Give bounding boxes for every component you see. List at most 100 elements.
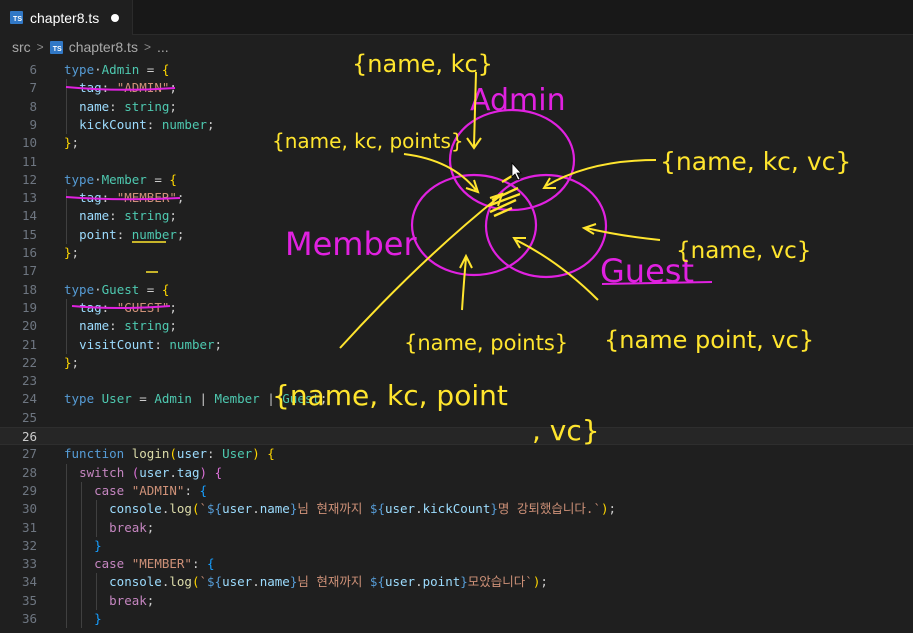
line-number: 12 [21, 171, 37, 187]
code-line[interactable]: 30 console.log(`${user.name}님 현재까지 ${use… [0, 500, 913, 518]
code-token: { [267, 446, 275, 462]
line-number: 28 [21, 464, 37, 480]
line-number: 15 [21, 226, 37, 242]
breadcrumb-more[interactable]: ... [157, 39, 169, 55]
code-line[interactable]: 33 case "MEMBER": { [0, 555, 913, 573]
code-token: function [64, 446, 125, 462]
code-line[interactable]: 16}; [0, 244, 913, 262]
code-line[interactable]: 6 type·Admin = { [0, 61, 913, 79]
code-line[interactable]: 23 [0, 372, 913, 390]
code-line[interactable]: 34 console.log(`${user.name}님 현재까지 ${use… [0, 573, 913, 591]
code-text: name: string; [64, 317, 177, 335]
code-line[interactable]: 12 type·Member = { [0, 171, 913, 189]
code-token: switch [79, 464, 125, 480]
line-number: 21 [21, 336, 37, 352]
line-number: 16 [21, 245, 37, 260]
code-line[interactable]: 14 name: string; [0, 207, 913, 225]
line-number: 11 [21, 153, 37, 169]
code-line[interactable]: 8 name: string; [0, 98, 913, 116]
code-token: 명 강퇴했습니다.` [497, 501, 601, 517]
code-token: ` [199, 574, 208, 590]
code-token: · [94, 281, 102, 297]
code-token: case [94, 556, 125, 572]
code-line[interactable]: 32 } [0, 537, 913, 555]
code-text: console.log(`${user.name}님 현재까지 ${user.p… [64, 573, 548, 591]
code-line[interactable]: 27 function login(user: User) { [0, 445, 913, 463]
code-token: console [109, 574, 162, 590]
code-token: ; [146, 519, 155, 535]
code-text: type·Admin = { [64, 61, 169, 79]
code-token: = [146, 171, 170, 187]
code-token: = [131, 391, 155, 407]
breadcrumb-file[interactable]: chapter8.ts [69, 39, 138, 55]
code-line[interactable]: 18 type·Guest = { [0, 281, 913, 299]
code-token: tag [79, 190, 102, 206]
code-line[interactable]: 31 break; [0, 519, 913, 537]
code-token: : [101, 190, 117, 206]
code-token: ; [71, 245, 80, 260]
code-line[interactable]: 7 tag: "ADMIN"; [0, 79, 913, 97]
code-line[interactable]: 15 point: number; [0, 226, 913, 244]
line-number: 23 [21, 373, 37, 389]
code-line[interactable]: 36 } [0, 610, 913, 628]
code-line[interactable]: 24 type User = Admin | Member | Guest; [0, 390, 913, 408]
code-token: · [94, 62, 102, 77]
breadcrumb-folder[interactable]: src [12, 39, 31, 55]
tab-chapter8[interactable]: TS chapter8.ts [0, 0, 133, 35]
code-line[interactable]: 25 [0, 409, 913, 427]
code-text: type·Member = { [64, 171, 177, 189]
line-number: 29 [21, 482, 37, 498]
code-token: { [169, 171, 177, 187]
code-line[interactable]: 21 visitCount: number; [0, 336, 913, 354]
tab-label: chapter8.ts [30, 9, 100, 26]
code-token: : [109, 208, 125, 224]
code-line[interactable]: 11 [0, 153, 913, 171]
code-editor[interactable]: 6 type·Admin = {7 tag: "ADMIN"; 8 name: st… [0, 59, 913, 633]
code-line[interactable]: 13 tag: "MEMBER"; [0, 189, 913, 207]
line-number: 7 [29, 80, 37, 96]
code-token: ; [169, 318, 177, 334]
code-line[interactable]: 9 kickCount: number; [0, 116, 913, 134]
code-text: name: string; [64, 207, 177, 225]
code-line[interactable]: 35 break; [0, 592, 913, 610]
code-line[interactable]: 19 tag: "GUEST"; [0, 299, 913, 317]
indent-guide [81, 481, 82, 629]
code-token: name [79, 98, 110, 114]
line-number: 18 [21, 281, 37, 297]
code-line[interactable]: 10}; [0, 134, 913, 152]
code-line[interactable]: 29 case "ADMIN": { [0, 482, 913, 500]
code-token: ; [169, 299, 177, 315]
code-token: : [109, 98, 125, 114]
code-line[interactable]: 17 [0, 262, 913, 280]
indent-guide [96, 573, 97, 610]
code-line[interactable]: 28 switch (user.tag) { [0, 464, 913, 482]
code-token: string [124, 98, 170, 114]
code-line[interactable]: 26 [0, 427, 913, 446]
code-token: kickCount [79, 116, 147, 132]
code-text: case "ADMIN": { [64, 482, 207, 500]
unsaved-dot-icon[interactable] [111, 13, 120, 22]
code-text: type·Guest = { [64, 281, 169, 299]
code-token: ) [252, 446, 260, 462]
code-token: "GUEST" [116, 299, 170, 315]
indent-guide [66, 79, 67, 135]
code-token: point [422, 574, 461, 590]
code-token: | [259, 391, 283, 407]
line-number: 27 [21, 446, 37, 462]
code-token: name [79, 208, 110, 224]
code-token: ; [71, 354, 80, 370]
code-token: : [116, 226, 132, 242]
line-number: 8 [29, 98, 37, 114]
code-token: | [191, 391, 215, 407]
code-line[interactable]: 20 name: string; [0, 317, 913, 335]
code-token: User [101, 391, 132, 407]
line-number: 31 [21, 519, 37, 535]
code-token: Admin [154, 391, 192, 407]
code-token: Member [214, 391, 260, 407]
code-line[interactable]: 22}; [0, 354, 913, 372]
line-number: 19 [21, 299, 37, 315]
